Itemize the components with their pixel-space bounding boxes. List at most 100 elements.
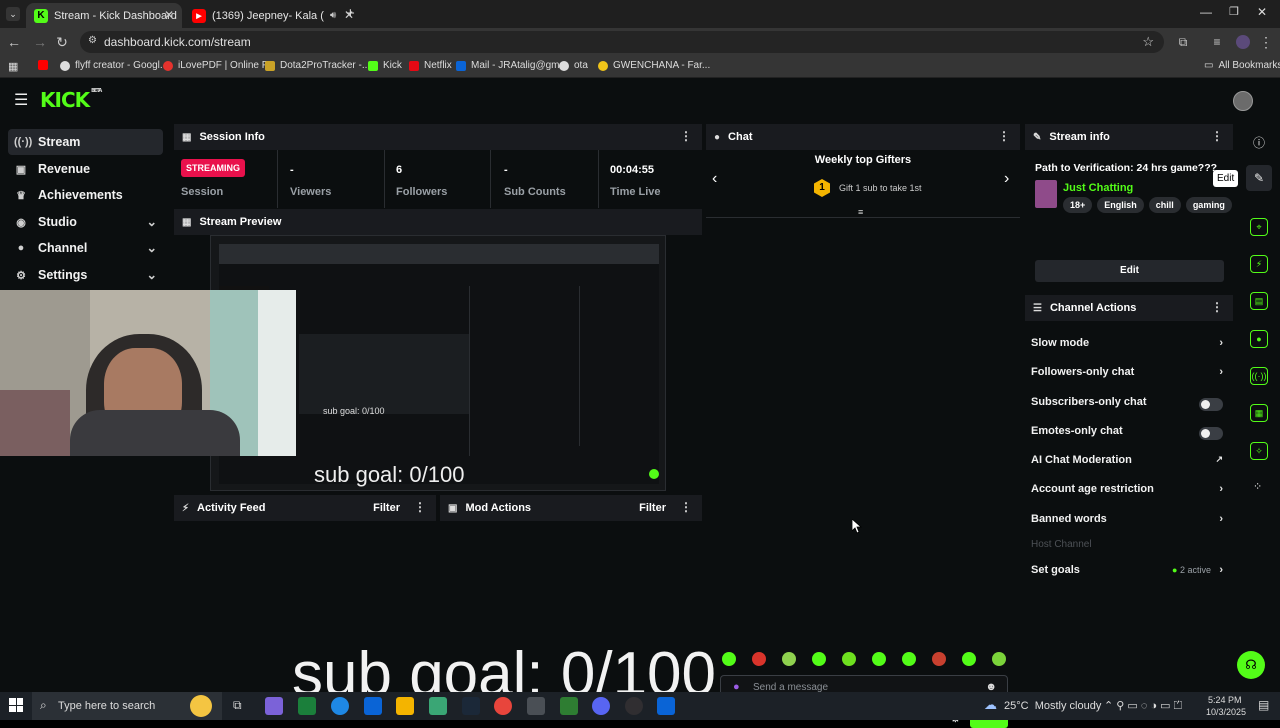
bookmark-item[interactable]: Netflix [409,60,452,71]
prev-arrow-icon[interactable]: ‹ [712,170,717,188]
category-link[interactable]: Just Chatting [1063,182,1133,194]
bookmark-item[interactable]: GWENCHANA - Far... [598,60,710,71]
emote-icon[interactable] [962,652,976,666]
activity-filter-button[interactable]: Filter [373,502,400,514]
minimize-icon[interactable]: — [1200,5,1212,19]
outlook-icon[interactable] [364,697,382,715]
taskbar-app-icon[interactable] [265,697,283,715]
taskbar-app-icon[interactable] [298,697,316,715]
action-banned-words[interactable]: Banned words › [1031,513,1223,533]
emote-icon[interactable] [722,652,736,666]
layout-rail-icon[interactable]: ▦ [1250,404,1268,422]
taskbar-app-icon[interactable] [429,697,447,715]
restore-icon[interactable]: ❐ [1229,5,1239,18]
emote-icon[interactable] [782,652,796,666]
sidebar-item-stream[interactable]: ((·)) Stream [8,129,163,155]
pencil-rail-icon[interactable]: ✎ [1246,165,1272,191]
info-circle-icon[interactable]: ⓘ [1253,134,1265,151]
emotes-only-toggle[interactable] [1199,427,1223,440]
site-info-icon[interactable]: ⚙ [88,35,97,46]
tray-icons[interactable]: ⌃ ⚲ ▭ ◌ ◑ ▭ ⏍ [1104,699,1182,713]
taskbar-app-icon[interactable] [560,697,578,715]
bookmark-youtube-icon[interactable] [38,60,53,70]
extensions-icon[interactable]: ⧉ [1175,34,1191,50]
activity-menu-icon[interactable]: ⋮ [414,501,426,513]
bookmark-item[interactable]: Kick [368,60,402,71]
doc-rail-icon[interactable]: ▤ [1250,292,1268,310]
forward-icon[interactable]: → [32,34,48,50]
back-icon[interactable]: ← [6,34,22,50]
close-window-icon[interactable]: ✕ [1257,5,1267,19]
discord-icon[interactable] [592,697,610,715]
new-tab-icon[interactable]: + [346,5,355,22]
bookmark-item[interactable]: iLovePDF | Online P... [163,60,275,71]
bookmark-item[interactable]: flyff creator - Googl... [60,60,168,71]
tab-kick-dashboard[interactable]: K Stream - Kick Dashboard ✕ [26,3,182,28]
edge-icon[interactable] [331,697,349,715]
taskbar-app-icon[interactable] [527,697,545,715]
stream-info-menu-icon[interactable]: ⋮ [1211,130,1223,142]
session-menu-icon[interactable]: ⋮ [680,130,692,142]
close-tab-icon[interactable]: ✕ [164,8,174,22]
action-set-goals[interactable]: Set goals ● 2 active › [1031,564,1223,584]
speaker-icon[interactable]: 🔊︎ [330,10,336,21]
bookmark-item[interactable]: Dota2ProTracker -... [265,60,370,71]
emote-icon[interactable] [842,652,856,666]
mod-filter-button[interactable]: Filter [639,502,666,514]
action-account-age[interactable]: Account age restriction › [1031,483,1223,503]
emote-icon[interactable] [872,652,886,666]
chat-rail-icon[interactable]: ● [1250,330,1268,348]
media-icon[interactable]: ≡ [1209,34,1225,50]
profile-avatar-icon[interactable] [1236,35,1250,49]
clock-time[interactable]: 5:24 PM [1208,695,1242,705]
emote-icon[interactable] [932,652,946,666]
action-slow-mode[interactable]: Slow mode › [1031,337,1223,357]
windows-start-icon[interactable] [9,698,23,712]
sidebar-item-settings[interactable]: ⚙ Settings ⌄ [8,262,163,288]
menu-kebab-icon[interactable]: ⋮ [1258,34,1274,50]
channel-actions-menu-icon[interactable]: ⋮ [1211,301,1223,313]
steam-icon[interactable] [462,697,480,715]
action-ai-moderation[interactable]: AI Chat Moderation ↗ [1031,454,1223,474]
action-followers-only[interactable]: Followers-only chat › [1031,366,1223,386]
sidebar-item-achievements[interactable]: ♛ Achievements [8,182,163,208]
all-bookmarks[interactable]: ▭ All Bookmarks [1204,60,1280,71]
apps-icon[interactable]: ▦ [8,60,18,73]
chat-menu-icon[interactable]: ⋮ [998,130,1010,142]
bookmark-item[interactable]: Mail - JRAtalig@gm... [456,60,568,71]
tab-search-icon[interactable]: ⌄ [6,7,20,21]
taskbar-app-icon[interactable] [657,697,675,715]
file-explorer-icon[interactable] [396,697,414,715]
reload-icon[interactable]: ↻ [54,34,70,50]
sidebar-item-revenue[interactable]: ▣ Revenue [8,156,163,182]
bookmark-star-icon[interactable]: ☆ [1142,34,1154,50]
broadcast-rail-icon[interactable]: ((·)) [1250,367,1268,385]
clock-date[interactable]: 10/3/2025 [1206,707,1246,717]
subscribers-only-toggle[interactable] [1199,398,1223,411]
address-bar[interactable]: ⚙ dashboard.kick.com/stream ☆ [80,31,1164,53]
sidebar-item-studio[interactable]: ◉ Studio ⌄ [8,209,163,235]
taskbar-search[interactable]: ⌕ Type here to search [32,692,222,720]
emote-icon[interactable] [752,652,766,666]
kick-logo[interactable]: KICK BETA [40,88,102,112]
task-view-icon[interactable]: ⧉ [233,698,242,713]
wrench-rail-icon[interactable]: ✧ [1250,442,1268,460]
emote-icon[interactable] [992,652,1006,666]
weather-text[interactable]: 25°C Mostly cloudy [1004,700,1101,712]
bookmark-item[interactable]: ota [559,60,588,71]
sidebar-item-channel[interactable]: ● Channel ⌄ [8,235,163,261]
apps-rail-icon[interactable]: ⁘ [1253,480,1262,493]
mod-menu-icon[interactable]: ⋮ [680,501,692,513]
expand-icon[interactable]: ≡ [858,207,863,217]
bolt-rail-icon[interactable]: ⚡︎ [1250,255,1268,273]
capture-rail-icon[interactable]: ⌖ [1250,218,1268,236]
tab-youtube[interactable]: ▶ (1369) Jeepney- Kala (HQ A 🔊︎ ✕ [184,3,362,28]
obs-icon[interactable] [625,697,643,715]
user-avatar[interactable] [1233,91,1253,111]
notification-icon[interactable]: ▤ [1258,698,1269,712]
chrome-icon[interactable] [494,697,512,715]
edit-stream-button[interactable]: Edit [1035,260,1224,282]
hamburger-menu-icon[interactable]: ☰ [14,90,28,110]
emote-icon[interactable] [902,652,916,666]
support-headset-icon[interactable]: ☊ [1237,651,1265,679]
